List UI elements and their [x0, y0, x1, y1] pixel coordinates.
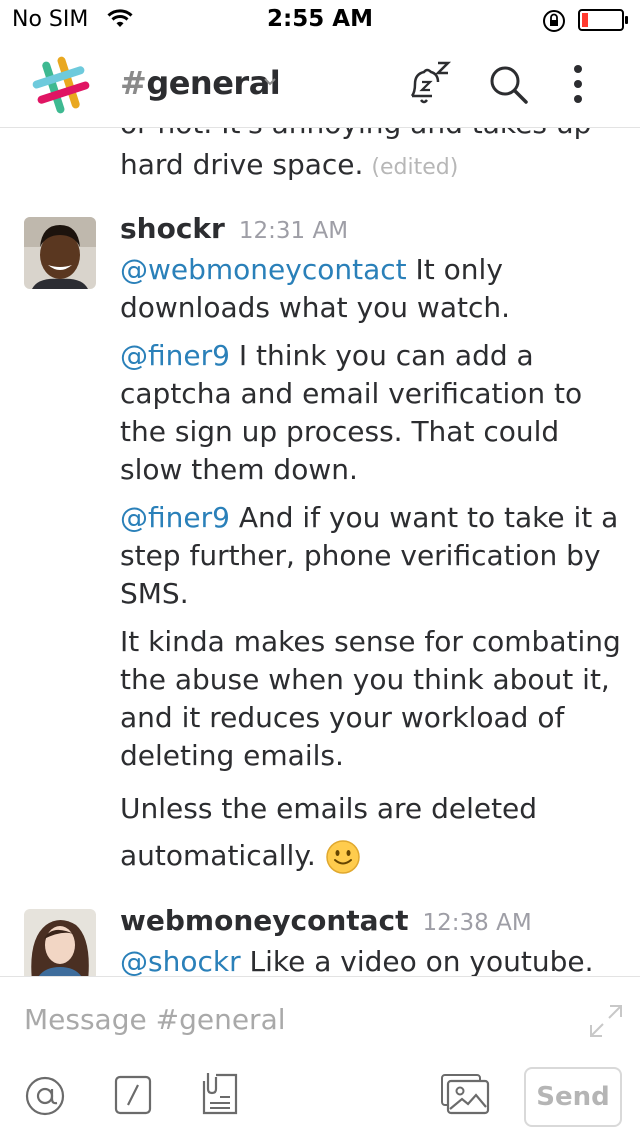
- channel-title[interactable]: #general: [120, 64, 281, 102]
- message[interactable]: Unless the emails are deleted automatica…: [120, 785, 625, 879]
- user-mention[interactable]: @webmoneycontact: [120, 253, 407, 286]
- user-mention[interactable]: @finer9: [120, 501, 230, 534]
- expand-icon[interactable]: [588, 1003, 624, 1039]
- author-name[interactable]: shockr: [120, 212, 225, 245]
- avatar[interactable]: [24, 217, 96, 289]
- message[interactable]: It kinda makes sense for combating the a…: [120, 623, 625, 775]
- message-composer: Message #general Send: [0, 976, 640, 1136]
- snooze-bell-icon[interactable]: [406, 60, 454, 106]
- author-name[interactable]: webmoneycontact: [120, 904, 409, 937]
- message-timestamp[interactable]: 12:38 AM: [423, 910, 532, 936]
- message-text: It kinda makes sense for combating the a…: [120, 625, 621, 772]
- send-button[interactable]: Send: [524, 1067, 622, 1127]
- message[interactable]: @shockr Like a video on youtube.: [120, 943, 625, 976]
- user-mention[interactable]: @shockr: [120, 945, 241, 976]
- message-author[interactable]: shockr 12:31 AM: [120, 212, 348, 245]
- more-vertical-icon[interactable]: [568, 64, 588, 104]
- photo-icon[interactable]: [440, 1073, 490, 1115]
- previous-message[interactable]: hard drive space. (edited): [120, 146, 625, 187]
- status-bar: No SIM 2:55 AM: [0, 0, 640, 42]
- user-mention[interactable]: @finer9: [120, 339, 230, 372]
- message[interactable]: @webmoneycontact It only downloads what …: [120, 251, 625, 327]
- at-icon[interactable]: [24, 1075, 66, 1117]
- avatar[interactable]: [24, 909, 96, 976]
- channel-hash: #: [120, 64, 147, 102]
- message-timestamp[interactable]: 12:31 AM: [239, 218, 348, 244]
- message-author[interactable]: webmoneycontact 12:38 AM: [120, 904, 532, 937]
- chevron-down-icon[interactable]: [262, 76, 278, 88]
- edited-label: (edited): [371, 155, 459, 180]
- message-input[interactable]: Message #general: [24, 1003, 286, 1036]
- message[interactable]: @finer9 I think you can add a captcha an…: [120, 337, 625, 489]
- rotation-lock-icon: [543, 10, 565, 32]
- slightly-smiling-face-icon: [325, 839, 361, 875]
- previous-message-tail: or not. It's annoying and takes up: [120, 128, 625, 143]
- file-icon[interactable]: [200, 1071, 240, 1117]
- battery-icon: [578, 9, 628, 31]
- message[interactable]: @finer9 And if you want to take it a ste…: [120, 499, 625, 613]
- channel-header: #general: [0, 42, 640, 128]
- slash-command-icon[interactable]: [114, 1075, 152, 1115]
- channel-name: general: [146, 64, 281, 102]
- message-list[interactable]: or not. It's annoying and takes up hard …: [0, 128, 640, 976]
- message-text: hard drive space.: [120, 148, 364, 181]
- message-text: Like a video on youtube.: [240, 945, 594, 976]
- search-icon[interactable]: [488, 64, 530, 106]
- slack-logo-icon[interactable]: [30, 54, 92, 116]
